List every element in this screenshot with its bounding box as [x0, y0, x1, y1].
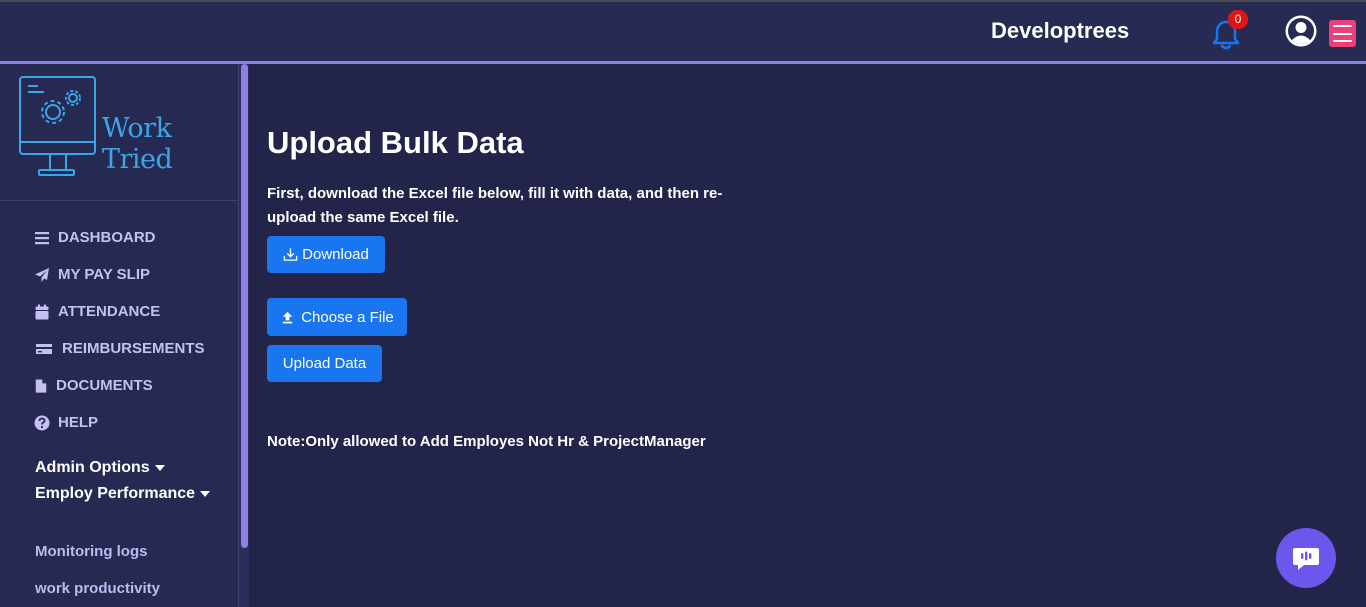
upload-data-button[interactable]: Upload Data [267, 345, 382, 382]
sidebar-item-label: HELP [58, 414, 99, 431]
paper-plane-icon [35, 267, 49, 282]
instructions-text: First, download the Excel file below, fi… [267, 185, 723, 226]
sidebar-divider [0, 200, 238, 201]
section-label: Employ Performance [35, 485, 196, 502]
caret-down-icon [154, 465, 165, 471]
upload-data-label: Upload Data [282, 355, 367, 372]
download-button[interactable]: Download [267, 236, 385, 273]
employ-performance-dropdown[interactable]: Employ Performance [35, 485, 211, 503]
menu-line [1333, 40, 1352, 42]
user-avatar-icon[interactable] [1284, 14, 1318, 48]
choose-file-button[interactable]: Choose a File [267, 298, 407, 336]
file-icon [35, 378, 47, 393]
work-productivity-link[interactable]: work productivity [35, 580, 160, 597]
download-icon [283, 248, 298, 261]
note-text: Note:Only allowed to Add Employes Not Hr… [267, 433, 706, 450]
caret-down-icon [200, 491, 211, 497]
sidebar-item-documents[interactable]: DOCUMENTS [34, 377, 153, 394]
sidebar-item-label: MY PAY SLIP [58, 266, 150, 283]
sidebar: Work Tried DASHBOARD MY PAY SLIP ATTENDA… [0, 64, 238, 607]
sidebar-item-dashboard[interactable]: DASHBOARD [34, 229, 156, 246]
hamburger-menu-button[interactable] [1329, 20, 1356, 47]
page-title: Upload Bulk Data [267, 125, 524, 160]
scrollbar-thumb[interactable] [241, 64, 248, 548]
sidebar-item-label: DASHBOARD [58, 229, 156, 246]
notification-badge: 0 [1228, 10, 1248, 29]
sidebar-item-attendance[interactable]: ATTENDANCE [34, 303, 160, 320]
list-icon [35, 231, 49, 244]
sidebar-item-label: DOCUMENTS [56, 377, 153, 394]
sidebar-item-help[interactable]: HELP [34, 414, 98, 431]
upload-icon [283, 311, 293, 323]
sidebar-item-my-pay-slip[interactable]: MY PAY SLIP [34, 266, 150, 283]
question-circle-icon [34, 415, 50, 430]
top-navbar: Developtrees 0 [0, 0, 1366, 61]
section-label: Admin Options [35, 459, 150, 476]
monitoring-logs-link[interactable]: Monitoring logs [35, 543, 147, 560]
sidebar-scrollbar[interactable] [238, 64, 249, 607]
logo-text: Work Tried [102, 113, 173, 175]
choose-file-label: Choose a File [301, 308, 394, 326]
menu-line [1333, 25, 1352, 27]
menu-line [1333, 32, 1352, 35]
calendar-icon [35, 304, 49, 319]
sidebar-item-reimbursements[interactable]: REIMBURSEMENTS [34, 340, 205, 357]
chat-widget-button[interactable] [1276, 528, 1336, 588]
admin-options-dropdown[interactable]: Admin Options [35, 459, 165, 477]
sidebar-item-label: ATTENDANCE [58, 303, 161, 320]
download-label: Download [302, 246, 369, 263]
company-name: Developtrees [991, 18, 1130, 43]
chat-icon [1293, 548, 1319, 570]
credit-card-icon [36, 343, 52, 354]
sidebar-item-label: REIMBURSEMENTS [62, 340, 205, 357]
